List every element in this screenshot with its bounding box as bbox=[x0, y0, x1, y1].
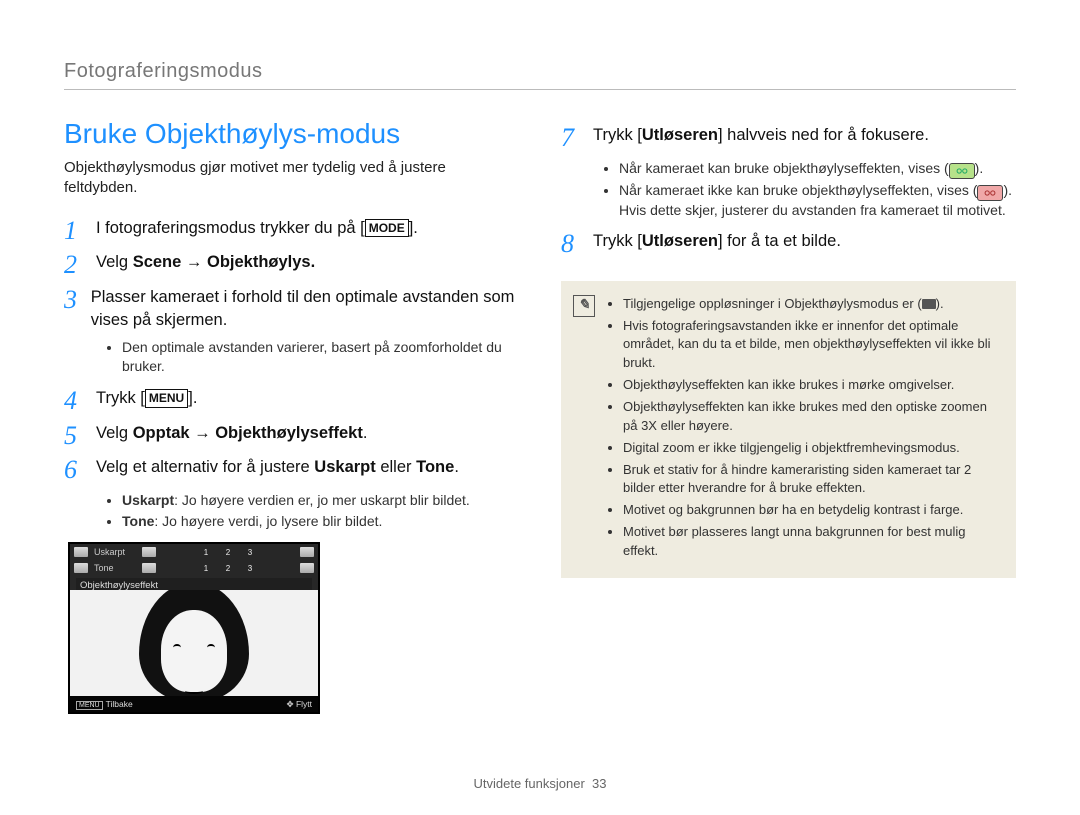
bullet: Tone: Jo høyere verdi, jo lysere blir bi… bbox=[122, 512, 519, 532]
portrait-face bbox=[161, 610, 227, 692]
divider bbox=[64, 89, 1016, 90]
step-number: 2 bbox=[64, 251, 86, 280]
uskarpt-row: Uskarpt 1 2 3 bbox=[70, 544, 318, 560]
step-number: 8 bbox=[561, 230, 583, 259]
step-7: 7 Trykk [Utløseren] halvveis ned for å f… bbox=[561, 124, 1016, 153]
step-number: 4 bbox=[64, 387, 86, 416]
menu-button-label: MENU bbox=[145, 389, 188, 408]
step-3-bullets: Den optimale avstanden varierer, basert … bbox=[108, 338, 519, 377]
step-7-bullets: Når kameraet kan bruke objekthøylyseffek… bbox=[605, 159, 1016, 221]
page-title: Bruke Objekthøylys-modus bbox=[64, 118, 519, 150]
step-number: 3 bbox=[64, 286, 81, 315]
row-label: Uskarpt bbox=[94, 547, 136, 557]
step-body: Velg et alternativ for å justere Uskarpt… bbox=[96, 456, 459, 479]
grid-icon bbox=[74, 547, 88, 557]
step-6: 6 Velg et alternativ for å justere Uskar… bbox=[64, 456, 519, 485]
preview-bottom-bar: MENUTilbake ✥ Flytt bbox=[70, 696, 318, 712]
note-item: Motivet bør plasseres langt unna bakgrun… bbox=[623, 523, 1000, 561]
step-body: I fotograferingsmodus trykker du på [MOD… bbox=[96, 217, 418, 240]
step-body: Plasser kameraet i forhold til den optim… bbox=[91, 286, 519, 332]
step-body: Velg Scene → Objekthøylys. bbox=[96, 251, 315, 274]
image-icon bbox=[300, 547, 314, 557]
camera-screen: Uskarpt 1 2 3 Tone bbox=[70, 544, 318, 712]
left-column: Bruke Objekthøylys-modus Objekthøylysmod… bbox=[64, 118, 519, 714]
step-3: 3 Plasser kameraet i forhold til den opt… bbox=[64, 286, 519, 332]
note-item: Objekthøylyseffekten kan ikke brukes med… bbox=[623, 398, 1000, 436]
note-item: Bruk et stativ for å hindre kameraristin… bbox=[623, 461, 1000, 499]
scale-numbers: 1 2 3 bbox=[162, 564, 294, 573]
step-body: Trykk [MENU]. bbox=[96, 387, 197, 410]
note-icon: ✎ bbox=[573, 295, 595, 317]
two-column-layout: Bruke Objekthøylys-modus Objekthøylysmod… bbox=[64, 118, 1016, 714]
bullet: Når kameraet kan bruke objekthøylyseffek… bbox=[619, 159, 1016, 179]
scale-numbers: 1 2 3 bbox=[162, 548, 294, 557]
step-number: 5 bbox=[64, 422, 86, 451]
note-item: Hvis fotograferingsavstanden ikke er inn… bbox=[623, 317, 1000, 374]
focus-fail-icon bbox=[977, 185, 1003, 201]
page-footer: Utvidete funksjoner 33 bbox=[0, 776, 1080, 791]
camera-preview: Uskarpt 1 2 3 Tone bbox=[68, 542, 320, 714]
resolution-icon bbox=[922, 299, 936, 309]
intro-text: Objekthøylysmodus gjør motivet mer tydel… bbox=[64, 158, 519, 199]
note-item: Tilgjengelige oppløsninger i Objekthøyly… bbox=[623, 295, 1000, 314]
manual-page: Fotograferingsmodus Bruke Objekthøylys-m… bbox=[0, 0, 1080, 815]
right-column: 7 Trykk [Utløseren] halvveis ned for å f… bbox=[561, 118, 1016, 714]
tone-row: Tone 1 2 3 bbox=[70, 560, 318, 576]
step-body: Trykk [Utløseren] halvveis ned for å fok… bbox=[593, 124, 929, 147]
bottom-right: ✥ Flytt bbox=[286, 699, 312, 710]
step-4: 4 Trykk [MENU]. bbox=[64, 387, 519, 416]
image-icon bbox=[300, 563, 314, 573]
step-body: Velg Opptak → Objekthøylyseffekt. bbox=[96, 422, 367, 445]
mode-button-label: MODE bbox=[365, 219, 409, 238]
focus-ok-icon bbox=[949, 163, 975, 179]
preview-portrait bbox=[70, 590, 318, 696]
step-number: 7 bbox=[561, 124, 583, 153]
bullet: Når kameraet ikke kan bruke objekthøylys… bbox=[619, 181, 1016, 221]
note-box: ✎ Tilgjengelige oppløsninger i Objekthøy… bbox=[561, 281, 1016, 578]
bottom-left: MENUTilbake bbox=[76, 699, 133, 709]
section-label: Fotograferingsmodus bbox=[64, 60, 1016, 83]
image-icon bbox=[142, 563, 156, 573]
note-item: Digital zoom er ikke tilgjengelig i obje… bbox=[623, 439, 1000, 458]
menu-badge: MENU bbox=[76, 701, 103, 710]
image-icon bbox=[142, 547, 156, 557]
step-8: 8 Trykk [Utløseren] for å ta et bilde. bbox=[561, 230, 1016, 259]
step-1: 1 I fotograferingsmodus trykker du på [M… bbox=[64, 217, 519, 246]
bullet: Den optimale avstanden varierer, basert … bbox=[122, 338, 519, 377]
step-6-bullets: Uskarpt: Jo høyere verdien er, jo mer us… bbox=[108, 491, 519, 532]
row-label: Tone bbox=[94, 563, 136, 573]
note-item: Motivet og bakgrunnen bør ha en betydeli… bbox=[623, 501, 1000, 520]
note-item: Objekthøylyseffekten kan ikke brukes i m… bbox=[623, 376, 1000, 395]
step-body: Trykk [Utløseren] for å ta et bilde. bbox=[593, 230, 841, 253]
step-2: 2 Velg Scene → Objekthøylys. bbox=[64, 251, 519, 280]
note-list: Tilgjengelige oppløsninger i Objekthøyly… bbox=[623, 295, 1000, 564]
step-number: 6 bbox=[64, 456, 86, 485]
step-5: 5 Velg Opptak → Objekthøylyseffekt. bbox=[64, 422, 519, 451]
bullet: Uskarpt: Jo høyere verdien er, jo mer us… bbox=[122, 491, 519, 511]
grid-icon bbox=[74, 563, 88, 573]
step-number: 1 bbox=[64, 217, 86, 246]
